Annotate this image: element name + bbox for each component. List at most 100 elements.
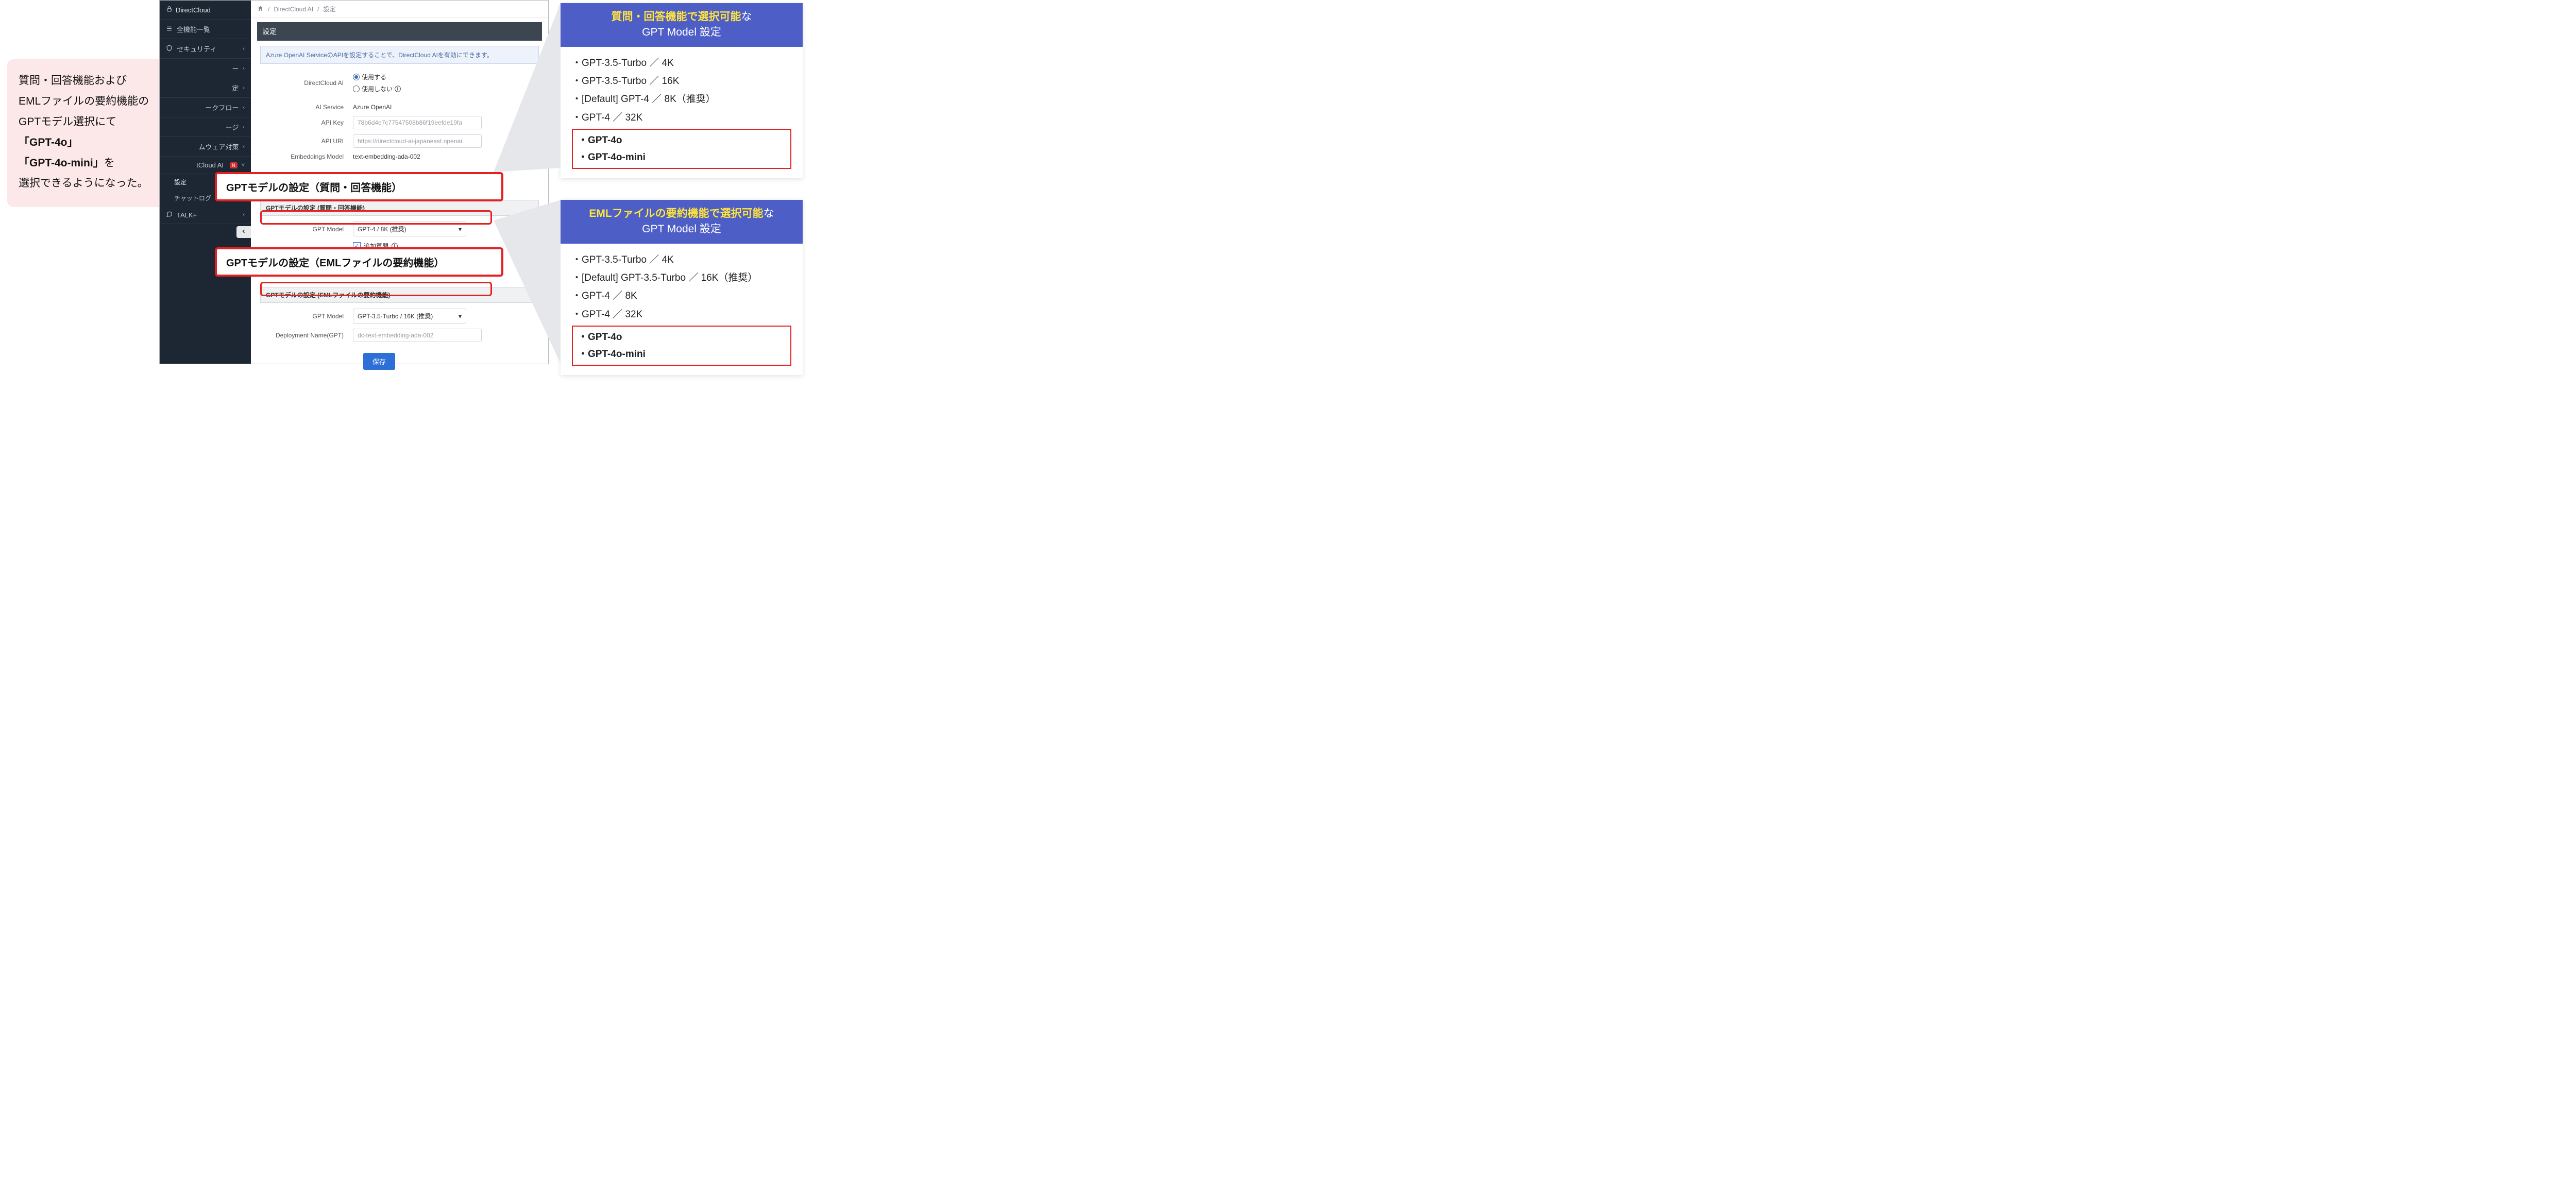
model-option: ・GPT-3.5-Turbo ／ 16K (572, 72, 791, 90)
chevron-left-icon: ‹ (243, 105, 245, 111)
lock-icon (166, 6, 173, 14)
chevron-left-icon: ‹ (243, 46, 245, 52)
radio-use-on[interactable]: 使用する (353, 73, 386, 81)
gpt-model-eml-select[interactable]: GPT-3.5-Turbo / 16K (推奨) ▾ (353, 309, 466, 324)
bubble-bold: 「GPT-4o-mini」 (19, 157, 104, 169)
sidebar-item-security[interactable]: セキュリティ ‹ (160, 39, 251, 59)
breadcrumb-item[interactable]: DirectCloud AI (274, 6, 313, 13)
model-option: ・GPT-4 ／ 8K (572, 287, 791, 305)
chat-icon (166, 211, 173, 219)
radio-dot-icon (353, 74, 360, 80)
panel-header-line2: GPT Model 設定 (642, 26, 721, 38)
bubble-line: 選択できるようになった。 (19, 173, 169, 194)
new-model-box: ・GPT-4o ・GPT-4o-mini (572, 129, 791, 169)
chevron-left-icon: ‹ (243, 124, 245, 130)
panel-header-tail: な (741, 11, 752, 23)
sidebar-item-label: 全機能一覧 (177, 24, 210, 34)
sidebar-collapse-button[interactable] (236, 226, 251, 238)
gpt-model-qa-select[interactable]: GPT-4 / 8K (推奨) ▾ (353, 222, 466, 236)
new-badge: N (230, 162, 238, 168)
radio-label: 使用する (362, 73, 386, 81)
panel-qa-models: 質問・回答機能で選択可能な GPT Model 設定 ・GPT-3.5-Turb… (561, 3, 803, 178)
radio-use-off[interactable]: 使用しない ⓘ (353, 84, 401, 93)
panel-header: 質問・回答機能で選択可能な GPT Model 設定 (561, 3, 803, 47)
model-option-new: ・GPT-4o (578, 132, 785, 149)
sidebar-item-label: セキュリティ (177, 44, 216, 54)
model-option: ・GPT-4 ／ 32K (572, 109, 791, 127)
sidebar-item-partial[interactable]: 定 ‹ (160, 78, 251, 98)
field-label: GPT Model (260, 313, 353, 320)
sidebar-item-label: ージ (226, 122, 239, 132)
section-header-qa: GPTモデルの設定 (質問・回答機能) (260, 200, 539, 216)
info-banner: Azure OpenAI ServiceのAPIを設定することで、DirectC… (260, 46, 539, 64)
radio-dot-icon (353, 86, 360, 92)
sidebar-item-label: ー (232, 63, 239, 73)
bubble-line: EMLファイルの要約機能の (19, 91, 169, 112)
model-option: ・GPT-3.5-Turbo ／ 4K (572, 251, 791, 269)
sidebar-item-partial[interactable]: ー ‹ (160, 59, 251, 78)
chevron-down-icon: ˅ (242, 162, 245, 168)
bubble-line: 「GPT-4o-mini」を (19, 153, 169, 174)
brand: DirectCloud (160, 1, 251, 20)
page-title: 設定 (257, 22, 542, 41)
panel-header-tail: な (764, 208, 774, 219)
sidebar-item-all[interactable]: 全機能一覧 (160, 20, 251, 39)
list-icon (166, 25, 173, 33)
panel-header-accent: 質問・回答機能で選択可能 (612, 11, 741, 23)
save-button[interactable]: 保存 (363, 353, 395, 370)
field-label: Deployment Name(GPT) (260, 332, 353, 339)
breadcrumb-item: 設定 (323, 5, 335, 13)
sidebar-item-directcloud-ai[interactable]: tCloud AI N ˅ (160, 157, 251, 174)
bubble-text: を (104, 157, 115, 169)
api-key-input[interactable] (353, 116, 482, 129)
sidebar-item-label: tCloud AI (196, 161, 224, 169)
panel-eml-models: EMLファイルの要約機能で選択可能な GPT Model 設定 ・GPT-3.5… (561, 200, 803, 375)
explanation-bubble: 質問・回答機能および EMLファイルの要約機能の GPTモデル選択にて 「GPT… (7, 59, 179, 207)
section-header-eml: GPTモデルの設定 (EMLファイルの要約機能) (260, 287, 539, 303)
model-option-new: ・GPT-4o-mini (578, 149, 785, 166)
field-label: AI Service (260, 104, 353, 111)
chevron-left-icon: ‹ (243, 65, 245, 72)
model-option: ・[Default] GPT-4 ／ 8K（推奨） (572, 90, 791, 108)
panel-header-line2: GPT Model 設定 (642, 223, 721, 235)
field-value: text-embedding-ada-002 (353, 153, 539, 160)
api-uri-input[interactable] (353, 134, 482, 148)
chevron-left-icon: ‹ (243, 212, 245, 218)
field-label: API URI (260, 138, 353, 145)
panel-body: ・GPT-3.5-Turbo ／ 4K ・[Default] GPT-3.5-T… (561, 244, 803, 376)
breadcrumb-sep: / (268, 6, 269, 13)
chevron-left-icon: ‹ (243, 144, 245, 150)
model-option-new: ・GPT-4o-mini (578, 346, 785, 363)
panel-header-accent: EMLファイルの要約機能で選択可能 (589, 208, 763, 219)
field-label: DirectCloud AI (260, 79, 353, 87)
home-icon[interactable] (257, 5, 264, 13)
model-option: ・GPT-3.5-Turbo ／ 4K (572, 54, 791, 72)
overlay-label-qa: GPTモデルの設定（質問・回答機能） (215, 172, 503, 201)
chevron-left-icon: ‹ (243, 85, 245, 91)
new-model-box: ・GPT-4o ・GPT-4o-mini (572, 326, 791, 366)
field-value: Azure OpenAI (353, 104, 539, 111)
sidebar-item-label: TALK+ (177, 211, 197, 219)
info-icon[interactable]: ⓘ (395, 84, 401, 93)
field-label: GPT Model (260, 226, 353, 233)
bubble-line: 質問・回答機能および (19, 71, 169, 91)
field-label: API Key (260, 119, 353, 126)
model-option: ・[Default] GPT-3.5-Turbo ／ 16K（推奨） (572, 269, 791, 287)
deployment-name-input[interactable] (353, 329, 482, 342)
sidebar-item-talk[interactable]: TALK+ ‹ (160, 206, 251, 224)
field-label: Embeddings Model (260, 153, 353, 160)
radio-label: 使用しない (362, 84, 393, 93)
breadcrumb-sep: / (317, 6, 319, 13)
chevron-down-icon: ▾ (459, 226, 462, 233)
sidebar-item-partial[interactable]: ージ ‹ (160, 117, 251, 137)
model-option: ・GPT-4 ／ 32K (572, 305, 791, 324)
sidebar-item-label: ークフロー (205, 103, 239, 112)
settings-form: DirectCloud AI 使用する 使用しない ⓘ AI Service (260, 70, 539, 375)
sidebar-item-partial[interactable]: ークフロー ‹ (160, 98, 251, 117)
select-value: GPT-3.5-Turbo / 16K (推奨) (358, 312, 433, 320)
sidebar-item-partial[interactable]: ムウェア対策 ‹ (160, 137, 251, 157)
model-option-new: ・GPT-4o (578, 329, 785, 346)
overlay-label-eml: GPTモデルの設定（EMLファイルの要約機能） (215, 247, 503, 277)
chevron-down-icon: ▾ (459, 313, 462, 320)
shield-icon (166, 45, 173, 53)
